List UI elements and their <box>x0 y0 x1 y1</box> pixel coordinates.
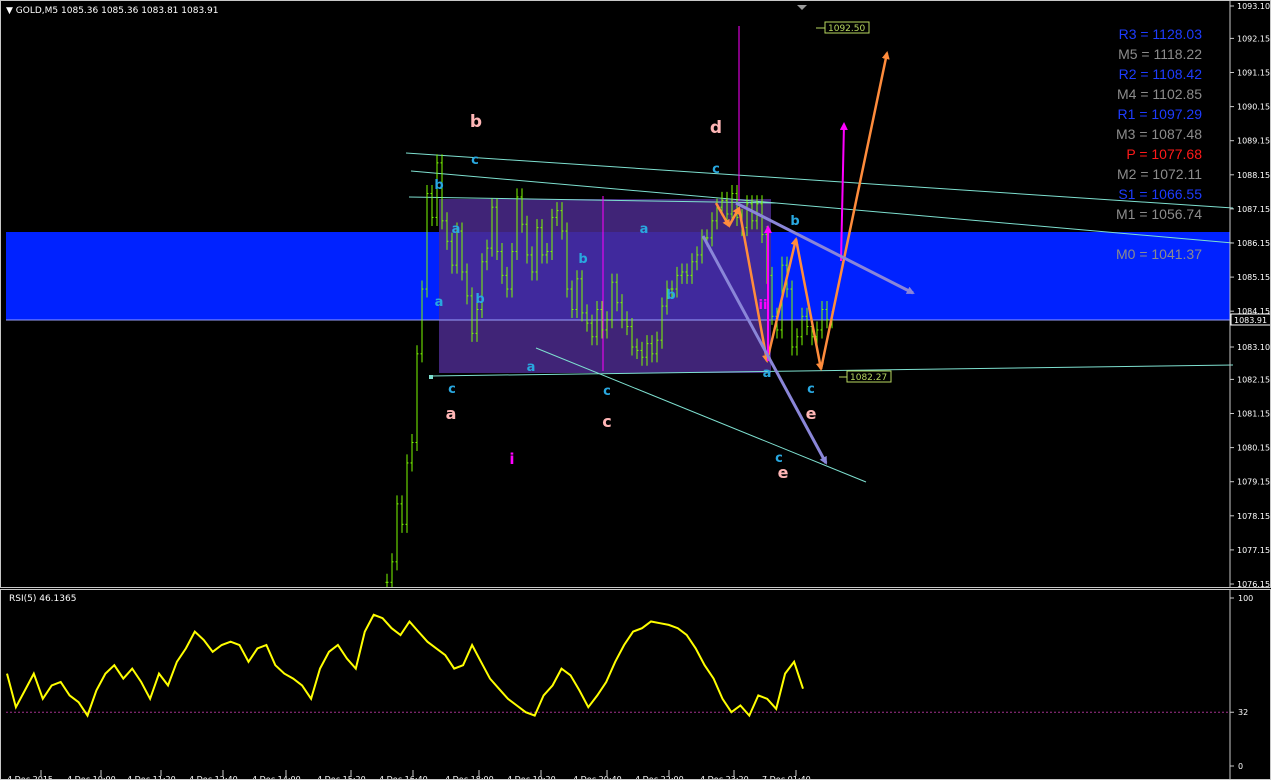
wave-label-ii: ii <box>759 298 768 313</box>
chart-shift-triangle-icon <box>797 5 807 10</box>
pivot-level-label: M2 = 1072.11 <box>1117 166 1202 182</box>
time-tick-label: 4 Dec 16:40 <box>379 775 428 779</box>
rsi-chart[interactable]: 100 32 0 4 Dec 2015 4 Dec 10:00 4 Dec 11:20 4 … <box>1 590 1270 779</box>
rsi-label: RSI(5) 46.1365 <box>9 594 77 604</box>
wave-label-a: a <box>527 360 536 375</box>
time-tick-label: 4 Dec 14:00 <box>252 775 301 779</box>
price-tick-label: 1086.15 <box>1237 239 1270 248</box>
wave-label-b: b <box>578 252 587 267</box>
price-tick-label: 1083.10 <box>1237 343 1270 352</box>
price-tick-label: 1088.15 <box>1237 171 1270 180</box>
price-chart[interactable]: bcbaa bcaaiccbabdcbaceceii1093.101092.151… <box>1 1 1270 587</box>
pivot-level-label: S1 = 1066.55 <box>1118 186 1202 202</box>
wave-label-c: c <box>712 162 720 177</box>
time-tick-label: 4 Dec 20:40 <box>573 775 622 779</box>
ohlc-values: 1085.36 1085.36 1083.81 1083.91 <box>61 6 219 16</box>
pivot-level-label: M0 = 1041.37 <box>1115 246 1202 262</box>
range-rectangle <box>439 199 771 373</box>
collapse-triangle-icon[interactable]: ▼ <box>6 6 13 16</box>
pivot-level-label: M1 = 1056.74 <box>1115 206 1202 222</box>
price-tick-label: 1081.15 <box>1237 409 1270 418</box>
pivot-level-label: M4 = 1102.85 <box>1117 86 1202 102</box>
wave-label-a: a <box>452 222 461 237</box>
wave-label-b: b <box>434 178 443 193</box>
pivot-level-label: R2 = 1108.42 <box>1118 66 1202 82</box>
pivot-level-label: R3 = 1128.03 <box>1118 26 1202 42</box>
price-tick-label: 1080.15 <box>1237 444 1270 453</box>
pivot-level-label: M3 = 1087.48 <box>1115 126 1202 142</box>
upper-box-price: 1092.50 <box>828 24 865 34</box>
time-tick-label: 7 Dec 01:40 <box>762 775 811 779</box>
time-tick-label: 4 Dec 2015 <box>7 775 53 779</box>
wave-label-a: a <box>446 404 457 423</box>
wave-label-b: b <box>470 112 482 132</box>
price-tick-label: 1093.10 <box>1237 2 1270 11</box>
rsi-pane[interactable]: 100 32 0 4 Dec 2015 4 Dec 10:00 4 Dec 11:20 4 … <box>0 589 1271 780</box>
price-tick-label: 1078.15 <box>1237 512 1270 521</box>
wave-label-c: c <box>807 382 815 397</box>
price-tick-label: 1091.15 <box>1237 68 1270 77</box>
time-tick-label: 4 Dec 12:40 <box>189 775 238 779</box>
rsi-line <box>6 613 804 718</box>
time-tick-label: 4 Dec 15:20 <box>317 775 366 779</box>
pivot-level-label: R1 = 1097.29 <box>1117 106 1202 122</box>
price-tick-label: 1089.15 <box>1237 137 1270 146</box>
wave-label-e: e <box>806 404 817 423</box>
price-chart-pane[interactable]: b c b a a b c a a i c c b a b d c b a c e c e ii 1093.10 1092.15 1… <box>0 0 1271 588</box>
lower-box-price: 1082.27 <box>850 373 887 383</box>
rsi-tick-label: 32 <box>1238 708 1248 717</box>
wave-label-b: b <box>790 214 799 229</box>
time-tick-label: 4 Dec 10:00 <box>67 775 116 779</box>
wave-label-a: a <box>640 222 649 237</box>
wave-label-c: c <box>448 382 456 397</box>
wave-label-a: a <box>435 295 444 310</box>
wave-label-c: c <box>602 412 611 431</box>
price-tick-label: 1077.15 <box>1237 546 1270 555</box>
time-tick-label: 4 Dec 18:00 <box>445 775 494 779</box>
wave-label-d: d <box>710 118 722 138</box>
pivot-level-label: P = 1077.68 <box>1126 146 1202 162</box>
trendline-anchor <box>429 375 433 379</box>
wave-label-i: i <box>509 450 514 468</box>
price-tick-label: 1087.15 <box>1237 205 1270 214</box>
time-tick-label: 4 Dec 19:20 <box>507 775 556 779</box>
pivot-level-label: M5 = 1118.22 <box>1118 46 1202 62</box>
symbol-label: GOLD,M5 <box>15 6 59 16</box>
rsi-tick-label: 0 <box>1238 762 1243 771</box>
time-tick-label: 4 Dec 22:00 <box>635 775 684 779</box>
price-tick-label: 1092.15 <box>1237 34 1270 43</box>
price-tick-label: 1079.15 <box>1237 478 1270 487</box>
rsi-tick-label: 100 <box>1238 594 1253 603</box>
orange-arrow <box>819 51 890 370</box>
wave-label-c: c <box>471 153 479 168</box>
wave-label-a: a <box>763 366 772 381</box>
symbol-header: ▼ GOLD,M5 1085.36 1085.36 1083.81 1083.9… <box>6 6 218 16</box>
time-tick-label: 4 Dec 11:20 <box>127 775 176 779</box>
price-tick-label: 1090.15 <box>1237 103 1270 112</box>
price-tick-label: 1082.15 <box>1237 375 1270 384</box>
wave-label-b: b <box>666 288 675 303</box>
wave-label-e: e <box>778 463 789 482</box>
wave-label-c: c <box>603 384 611 399</box>
current-price-label: 1083.91 <box>1234 316 1267 325</box>
price-tick-label: 1076.15 <box>1237 580 1270 587</box>
wave-label-b: b <box>475 292 484 307</box>
price-tick-label: 1085.15 <box>1237 273 1270 282</box>
time-tick-label: 4 Dec 23:20 <box>700 775 749 779</box>
